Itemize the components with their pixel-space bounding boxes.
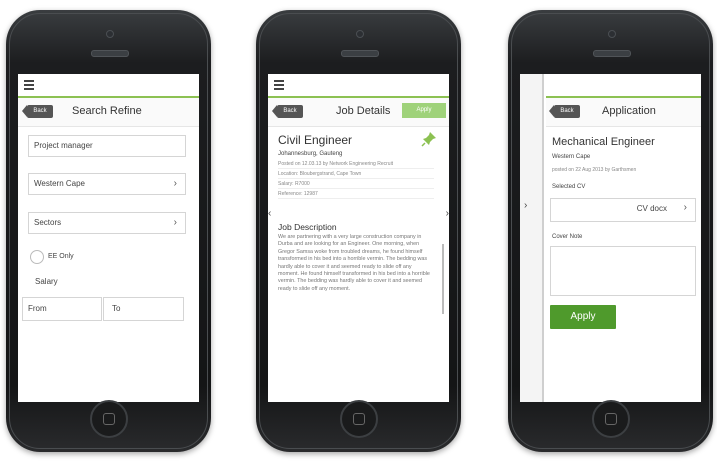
side-drawer-edge (520, 74, 544, 402)
screen-application: › Back Application Mechanical Engineer W… (520, 74, 701, 402)
page-title: Job Details (336, 105, 391, 117)
speaker (90, 50, 129, 57)
camera (607, 30, 616, 38)
hamburger-icon[interactable] (24, 80, 34, 92)
page-title: Search Refine (72, 105, 142, 117)
job-title: Civil Engineer (278, 133, 353, 147)
screen-job-details: Back Job Details Apply Civil Engineer Jo… (268, 74, 449, 402)
home-button[interactable] (89, 400, 128, 438)
page-title: Application (602, 105, 656, 117)
keyword-input[interactable]: Project manager (28, 135, 186, 157)
title-bar: Back Job Details Apply (268, 98, 449, 127)
back-button[interactable]: Back (272, 105, 303, 118)
divider (278, 198, 434, 199)
apply-button[interactable]: Apply (402, 103, 446, 118)
app-top-bar (18, 74, 199, 98)
salary-label: Salary (35, 277, 58, 286)
salary-from-input[interactable]: From (22, 297, 102, 321)
job-location: Western Cape (552, 154, 591, 160)
cv-select[interactable]: CV docx › (550, 198, 696, 222)
salary-to-input[interactable]: To (103, 297, 184, 321)
chevron-right-icon: › (173, 217, 177, 228)
cover-note-textarea[interactable] (550, 246, 696, 296)
camera (105, 30, 114, 38)
ee-only-radio[interactable] (30, 250, 44, 264)
cv-select-value: CV docx (636, 204, 667, 213)
phone-2: Back Job Details Apply Civil Engineer Jo… (256, 10, 461, 452)
scrollbar[interactable] (442, 244, 444, 314)
region-select-value: Western Cape (34, 179, 85, 188)
hamburger-icon[interactable] (274, 80, 284, 92)
job-location: Johannesburg, Gauteng (278, 151, 343, 157)
ee-only-label: EE Only (48, 253, 74, 260)
divider (278, 178, 434, 179)
app-top-bar (546, 74, 701, 98)
screen-search-refine: Back Search Refine Project manager Weste… (18, 74, 199, 402)
cover-note-label: Cover Note (552, 234, 583, 240)
posted-line: posted on 22 Aug 2013 by Garthsmen (552, 167, 637, 173)
selected-cv-label: Selected CV (552, 184, 586, 190)
job-description: We are partnering with a very large cons… (278, 234, 430, 292)
salary-line: Salary: R7000 (278, 181, 310, 187)
divider (278, 188, 434, 189)
phone-3: › Back Application Mechanical Engineer W… (508, 10, 713, 452)
chevron-right-icon: › (683, 202, 687, 213)
phone-1: Back Search Refine Project manager Weste… (6, 10, 211, 452)
chevron-left-icon[interactable]: ‹ (268, 208, 271, 219)
chevron-right-icon: › (173, 178, 177, 189)
apply-button[interactable]: Apply (550, 305, 616, 329)
pin-icon[interactable] (421, 131, 437, 147)
home-button[interactable] (591, 400, 630, 438)
posted-line: Posted on 12.03.13 by Network Engineerin… (278, 161, 394, 167)
title-bar: Back Application (546, 98, 701, 127)
speaker (592, 50, 631, 57)
back-button[interactable]: Back (22, 105, 53, 118)
sectors-select[interactable]: Sectors › (28, 212, 186, 234)
camera (355, 30, 364, 38)
app-top-bar (268, 74, 449, 98)
chevron-right-icon[interactable]: › (524, 200, 527, 211)
section-heading: Job Description (278, 222, 337, 232)
divider (278, 168, 434, 169)
home-button[interactable] (339, 400, 378, 438)
speaker (340, 50, 379, 57)
location-line: Location: Bloubergstrand, Cape Town (278, 171, 362, 177)
reference-line: Reference: 12987 (278, 191, 318, 197)
chevron-right-icon[interactable]: › (446, 208, 449, 219)
region-select[interactable]: Western Cape › (28, 173, 186, 195)
title-bar: Back Search Refine (18, 98, 199, 127)
job-title: Mechanical Engineer (552, 136, 655, 148)
back-button[interactable]: Back (549, 105, 580, 118)
sectors-select-value: Sectors (34, 218, 62, 227)
